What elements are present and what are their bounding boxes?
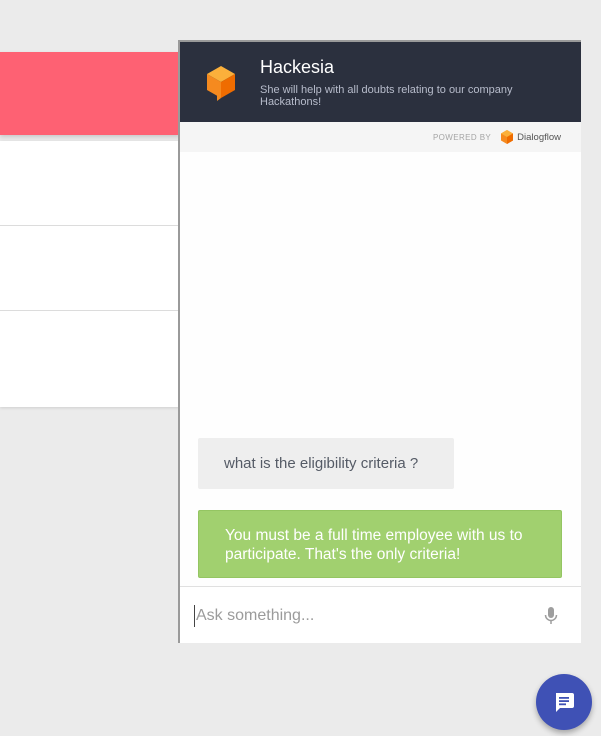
user-message: what is the eligibility criteria ? (198, 438, 454, 489)
dialogflow-brand[interactable]: Dialogflow (517, 132, 561, 143)
chat-widget: Hackesia She will help with all doubts r… (178, 40, 581, 643)
bot-message: You must be a full time employee with us… (198, 510, 562, 578)
chat-input-bar (180, 586, 581, 643)
list-item[interactable] (0, 311, 180, 396)
dialogflow-logo-icon (501, 130, 514, 144)
chat-message-icon (556, 693, 574, 712)
microphone-icon[interactable] (544, 606, 558, 626)
chat-input[interactable] (194, 605, 524, 627)
powered-by-label: POWERED BY (432, 132, 492, 142)
orange-cube-icon (207, 66, 235, 101)
powered-by-bar: POWERED BY Dialogflow (180, 122, 581, 152)
page-list (0, 141, 180, 407)
message-list: what is the eligibility criteria ? You m… (180, 152, 581, 586)
chat-header: Hackesia She will help with all doubts r… (180, 42, 581, 122)
chat-toggle-button[interactable] (536, 674, 592, 730)
list-item[interactable] (0, 141, 180, 226)
page-banner (0, 52, 180, 135)
bot-description: She will help with all doubts relating t… (260, 84, 513, 108)
bot-name: Hackesia (260, 57, 335, 77)
list-item[interactable] (0, 226, 180, 311)
